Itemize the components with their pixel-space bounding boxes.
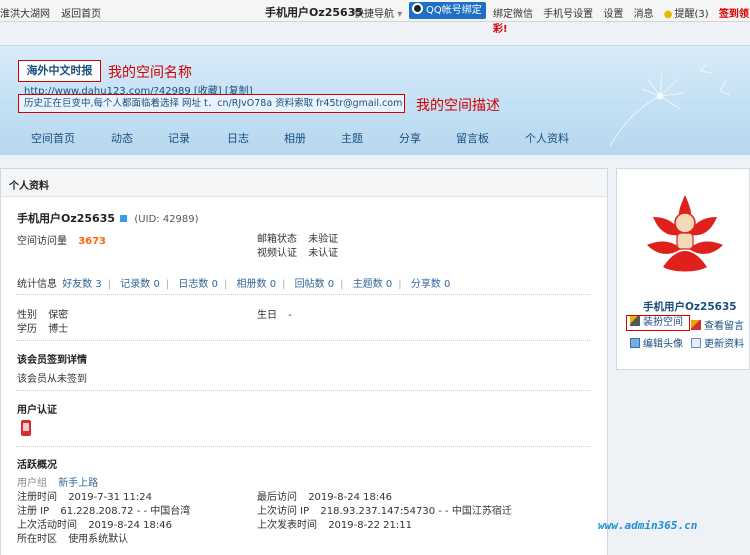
visits-label: 空间访问量 <box>17 236 67 247</box>
education-label: 学历 <box>17 324 37 335</box>
top-bar: 淮洪大湖网 返回首页 手机用户Oz25635 快捷导航 ▾ QQ帐号绑定 绑定微… <box>0 0 750 35</box>
brush-icon <box>630 316 640 326</box>
space-name[interactable]: 海外中文时报 <box>18 60 101 82</box>
stat-topics[interactable]: 主题数 0 <box>353 279 393 290</box>
update-profile-label: 更新资料 <box>704 339 744 350</box>
reg-ip-row: 注册 IP 61.228.208.72 - - 中国台湾 <box>17 502 190 517</box>
quick-nav-menu[interactable]: 快捷导航 ▾ <box>354 5 402 20</box>
dress-up-button[interactable]: 装扮空间 <box>626 315 690 331</box>
bulb-icon: ● <box>663 9 673 20</box>
picture-icon <box>630 338 640 348</box>
tab-feed[interactable]: 动态 <box>111 130 133 146</box>
space-description-annotation: 我的空间描述 <box>416 98 500 114</box>
email-row: 邮箱状态 未验证 <box>257 230 338 245</box>
qq-icon <box>412 3 423 14</box>
auth-title: 用户认证 <box>17 405 57 416</box>
divider <box>16 390 590 391</box>
tab-records[interactable]: 记录 <box>168 130 190 146</box>
settings-link[interactable]: 设置 <box>603 9 623 20</box>
watermark: www.admin365.cn <box>598 519 698 532</box>
messages-link[interactable]: 消息 <box>634 9 654 20</box>
remind-link[interactable]: 提醒(3) <box>674 9 708 20</box>
profile-card-icon <box>691 338 701 348</box>
chevron-down-icon: ▾ <box>397 9 403 20</box>
stat-blogs[interactable]: 日志数 0 <box>178 279 218 290</box>
tab-guestbook[interactable]: 留言板 <box>456 130 489 146</box>
video-row: 视频认证 未认证 <box>257 244 338 259</box>
tab-profile[interactable]: 个人资料 <box>525 130 569 146</box>
checkin-text: 该会员从未签到 <box>17 374 87 385</box>
profile-username: 手机用户Oz25635 <box>17 212 116 225</box>
last-visit-row: 最后访问 2019-8-24 18:46 <box>257 488 392 503</box>
stat-replies[interactable]: 回帖数 0 <box>295 279 335 290</box>
stat-friends[interactable]: 好友数 3 <box>62 279 102 290</box>
current-user-link[interactable]: 手机用户Oz25635 <box>265 4 363 20</box>
tab-share[interactable]: 分享 <box>399 130 421 146</box>
pencil-icon <box>691 320 701 330</box>
stat-shares[interactable]: 分享数 0 <box>411 279 451 290</box>
user-card: 手机用户Oz25635 装扮空间 查看留言 编辑头像 更新资料 <box>616 168 750 370</box>
phone-settings-link[interactable]: 手机号设置 <box>543 9 593 20</box>
qq-bind-label: QQ帐号绑定 <box>426 5 482 16</box>
view-messages-link[interactable]: 查看留言 <box>691 317 744 332</box>
stats-bar: 统计信息 好友数 3 | 记录数 0 | 日志数 0 | 相册数 0 | 回帖数 0 | … <box>17 279 451 290</box>
stat-records[interactable]: 记录数 0 <box>120 279 160 290</box>
reg-time-row: 注册时间 2019-7-31 11:24 <box>17 488 152 503</box>
education-value: 博士 <box>48 324 69 335</box>
zone-row: 所在时区 使用系统默认 <box>17 530 128 545</box>
panel-title: 个人资料 <box>1 169 607 197</box>
gender-row: 性别 保密 <box>17 306 68 321</box>
tab-space-home[interactable]: 空间首页 <box>31 130 75 146</box>
tab-album[interactable]: 相册 <box>284 130 306 146</box>
tab-blog[interactable]: 日志 <box>227 130 249 146</box>
card-username[interactable]: 手机用户Oz25635 <box>643 299 737 314</box>
space-description: 历史正在巨变中,每个人都面临着选择 网址 t．cn/RJvO78a 资料索取 f… <box>18 94 405 113</box>
zone-value: 使用系统默认 <box>68 534 129 545</box>
zone-label: 所在时区 <box>17 534 57 545</box>
activity-title: 活跃概况 <box>17 460 57 471</box>
back-home-link[interactable]: 返回首页 <box>61 9 101 20</box>
last-post-row: 上次发表时间 2019-8-22 21:11 <box>257 516 412 531</box>
tab-topics[interactable]: 主题 <box>341 130 363 146</box>
site-link[interactable]: 淮洪大湖网 <box>0 9 50 20</box>
bind-wechat-link[interactable]: 绑定微信 <box>493 9 533 20</box>
space-name-annotation: 我的空间名称 <box>108 65 192 81</box>
profile-uid: (UID: 42989) <box>134 214 199 225</box>
divider <box>16 446 590 447</box>
dress-up-label: 装扮空间 <box>643 317 683 328</box>
stat-albums[interactable]: 相册数 0 <box>237 279 277 290</box>
stats-label: 统计信息 <box>17 279 57 290</box>
divider <box>16 294 590 295</box>
view-messages-label: 查看留言 <box>704 321 744 332</box>
update-profile-link[interactable]: 更新资料 <box>691 335 744 350</box>
last-ip-row: 上次访问 IP 218.93.237.147:54730 - - 中国江苏宿迁 <box>257 502 512 517</box>
edit-avatar-label: 编辑头像 <box>643 339 683 350</box>
last-post-value: 2019-8-22 21:11 <box>328 520 412 531</box>
divider <box>16 340 590 341</box>
checkin-title: 该会员签到详情 <box>17 355 87 366</box>
birthday-row: 生日 - <box>257 306 292 321</box>
dandelion-decoration <box>609 62 731 147</box>
last-post-label: 上次发表时间 <box>257 520 317 531</box>
visits-row: 空间访问量 3673 <box>17 232 106 247</box>
video-label: 视频认证 <box>257 248 297 259</box>
qq-bind-button[interactable]: QQ帐号绑定 <box>409 2 486 19</box>
visits-value: 3673 <box>78 236 107 247</box>
birthday-label: 生日 <box>257 310 277 321</box>
verified-icon <box>120 215 128 222</box>
video-value: 未认证 <box>308 248 339 259</box>
last-active-row: 上次活动时间 2019-8-24 18:46 <box>17 516 172 531</box>
edit-avatar-link[interactable]: 编辑头像 <box>630 335 683 350</box>
education-row: 学历 博士 <box>17 320 68 335</box>
avatar[interactable] <box>639 187 731 279</box>
group-row: 用户组 新手上路 <box>17 474 98 489</box>
birthday-value: - <box>288 310 292 321</box>
profile-header: 手机用户Oz25635 (UID: 42989) <box>17 210 199 226</box>
quick-nav-label: 快捷导航 <box>354 9 394 20</box>
phone-auth-icon[interactable] <box>21 420 31 436</box>
